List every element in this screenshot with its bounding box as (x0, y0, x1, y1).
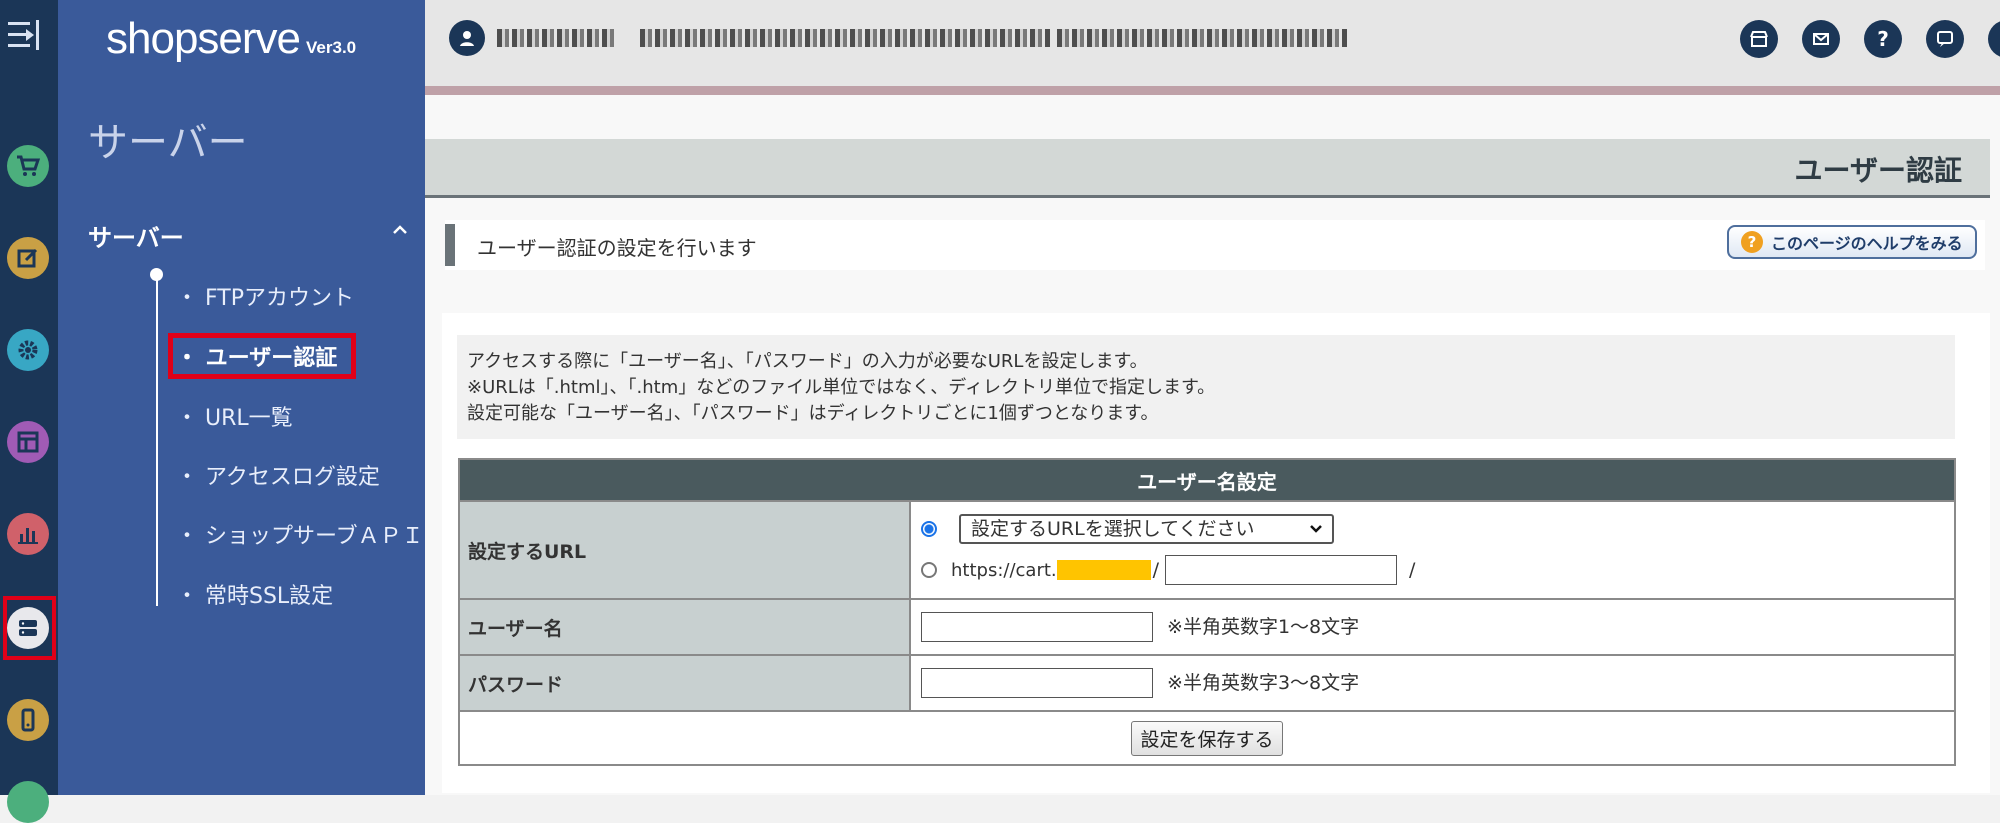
help-button-label: このページのヘルプをみる (1771, 234, 1963, 253)
active-rail-highlight (3, 596, 56, 660)
mobile-icon[interactable] (7, 699, 49, 741)
password-input[interactable] (921, 668, 1153, 699)
active-item-highlight (168, 333, 356, 379)
sidebar-item-url-list[interactable]: ・ URL一覧 (176, 400, 293, 432)
shopserve-logo[interactable]: shopserve Ver3.0 (106, 14, 356, 64)
chevron-down-icon (1310, 525, 1322, 533)
notice-box: アクセスする際に「ユーザー名」、「パスワード」の入力が必要なURLを設定します。… (457, 335, 1955, 439)
url-custom-radio[interactable] (921, 562, 937, 578)
url-select-value: 設定するURLを選択してください (971, 518, 1255, 540)
more-icon[interactable] (1988, 20, 2000, 58)
password-label: パスワード (458, 654, 911, 712)
layout-icon[interactable] (7, 421, 49, 463)
username-cell: ※半角英数字1～8文字 (909, 598, 1956, 656)
icon-rail (0, 0, 58, 823)
notice-line: ※URLは「.html」、「.htm」などのファイル単位ではなく、ディレクトリ単… (467, 377, 1216, 398)
page-help-button[interactable]: ? このページのヘルプをみる (1727, 225, 1977, 259)
lead-box: ユーザー認証の設定を行います ? このページのヘルプをみる (445, 220, 1985, 270)
sidebar-section-server[interactable]: サーバー (88, 218, 408, 253)
sidebar-item-access-log[interactable]: ・ アクセスログ設定 (176, 459, 380, 491)
url-select[interactable]: 設定するURLを選択してください (959, 514, 1334, 544)
username-hint: ※半角英数字1～8文字 (1167, 615, 1360, 638)
page-title: ユーザー認証 (1794, 154, 1962, 187)
shop-icon[interactable] (1740, 20, 1778, 58)
gear-icon[interactable] (7, 329, 49, 371)
redacted-shop-info (640, 29, 1050, 47)
redacted-domain (1056, 560, 1151, 580)
url-slash: / (1152, 559, 1160, 581)
logo-text: shopserve (106, 14, 301, 63)
table-heading: ユーザー名設定 (458, 458, 1956, 502)
sidebar-item-shopserve-api[interactable]: ・ ショップサーブＡＰＩ (176, 518, 424, 550)
top-bar: ? (425, 0, 2000, 86)
sidebar-tree-line (156, 276, 158, 606)
top-bar-accent (425, 86, 2000, 95)
save-button[interactable]: 設定を保存する (1131, 720, 1283, 756)
password-cell: ※半角英数字3～8文字 (909, 654, 1956, 712)
redacted-shop-name (497, 29, 617, 47)
url-label: 設定するURL (458, 500, 911, 600)
save-cell: 設定を保存する (458, 710, 1956, 766)
url-select-radio[interactable] (921, 521, 937, 537)
chart-icon[interactable] (7, 513, 49, 555)
url-slash: / (1409, 559, 1416, 581)
question-icon: ? (1741, 231, 1763, 253)
sidebar-item-ssl[interactable]: ・ 常時SSL設定 (176, 578, 333, 610)
sidebar: shopserve Ver3.0 サーバー サーバー ・ FTPアカウント ・ ユ… (58, 0, 425, 795)
username-input[interactable] (921, 612, 1153, 643)
chevron-up-icon (393, 225, 407, 234)
username-label: ユーザー名 (458, 598, 911, 656)
lead-marker (445, 224, 455, 266)
sidebar-section-label: サーバー (88, 224, 184, 252)
username-settings-table: ユーザー名設定 設定するURL 設定するURLを選択してください https:/… (458, 458, 1956, 766)
url-cell: 設定するURLを選択してください https://cart. / / (909, 500, 1956, 600)
sidebar-title: サーバー (88, 120, 248, 166)
menu-toggle-icon[interactable] (6, 18, 44, 52)
logo-version: Ver3.0 (306, 38, 357, 57)
help-icon[interactable]: ? (1864, 20, 1902, 58)
notice-line: 設定可能な「ユーザー名」、「パスワード」はディレクトリごとに1個ずつとなります。 (467, 403, 1159, 424)
sidebar-tree-dot (150, 268, 163, 281)
edit-icon[interactable] (7, 237, 49, 279)
lead-text: ユーザー認証の設定を行います (477, 236, 757, 260)
cart-icon[interactable] (7, 145, 49, 187)
page-header-bar: ユーザー認証 (425, 139, 1990, 198)
main-content: ユーザー認証 ユーザー認証の設定を行います ? このページのヘルプをみる アクセ… (425, 95, 2000, 795)
rail-more-icon[interactable] (7, 781, 49, 823)
mail-icon[interactable] (1802, 20, 1840, 58)
redacted-shop-url (1057, 29, 1347, 47)
notice-line: アクセスする際に「ユーザー名」、「パスワード」の入力が必要なURLを設定します。 (467, 351, 1148, 372)
settings-panel: アクセスする際に「ユーザー名」、「パスワード」の入力が必要なURLを設定します。… (442, 313, 1990, 793)
sidebar-item-ftp-account[interactable]: ・ FTPアカウント (176, 280, 354, 312)
url-prefix: https://cart. (951, 559, 1057, 581)
url-directory-input[interactable] (1165, 555, 1398, 585)
user-icon[interactable] (449, 20, 485, 56)
password-hint: ※半角英数字3～8文字 (1167, 671, 1360, 694)
message-icon[interactable] (1926, 20, 1964, 58)
